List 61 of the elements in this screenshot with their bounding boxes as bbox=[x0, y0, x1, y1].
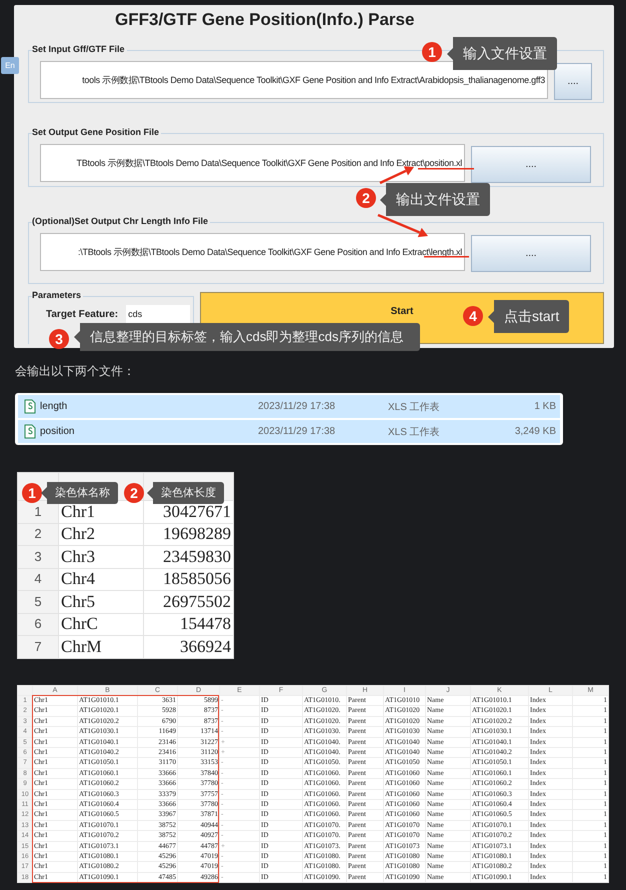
column-header[interactable] bbox=[144, 472, 234, 500]
table-cell: 154478 bbox=[144, 613, 234, 636]
row-number: 4 bbox=[18, 568, 58, 590]
table-cell: Chr4 bbox=[58, 568, 144, 590]
table-cell: 30427671 bbox=[144, 500, 234, 523]
file-size: 3,249 KB bbox=[514, 426, 556, 437]
file-name: length bbox=[40, 401, 68, 412]
table-cell: 366924 bbox=[144, 636, 234, 658]
spreadsheet-file-icon bbox=[24, 424, 36, 439]
callout-tooltip: 输出文件设置 bbox=[380, 183, 490, 216]
group-label: Parameters bbox=[32, 290, 84, 300]
path-field[interactable]: tools 示例数据\TBtools Demo Data\Sequence Toolkit\GXF Gene Position and Info Extract\Arabidopsis_thalianagenome.gff3 bbox=[40, 61, 548, 99]
arrow bbox=[378, 214, 428, 238]
browse-button[interactable]: .... bbox=[471, 235, 591, 272]
table-cell: Chr2 bbox=[58, 523, 144, 546]
group-label: Set Input Gff/GTF File bbox=[32, 44, 126, 54]
table-cell: 19698289 bbox=[144, 523, 234, 546]
corner-cell[interactable] bbox=[18, 685, 32, 696]
row-number: 2 bbox=[18, 523, 58, 546]
step-badge: 2 bbox=[356, 188, 376, 208]
callout-tooltip: 染色体长度 bbox=[147, 482, 224, 504]
step-badge: 1 bbox=[422, 42, 442, 62]
underline bbox=[418, 168, 474, 170]
row-number: 5 bbox=[18, 590, 58, 613]
path-field[interactable]: TBtools 示例数据\TBtools Demo Data\Sequence Toolkit\GXF Gene Position and Info Extract\position.xl bbox=[40, 144, 465, 182]
table-cell: 18585056 bbox=[144, 568, 234, 590]
step-badge: 3 bbox=[49, 329, 69, 349]
file-date: 2023/11/29 17:38 bbox=[258, 426, 336, 437]
group-label: (Optional)Set Output Chr Length Info File bbox=[32, 216, 210, 226]
browse-button[interactable]: .... bbox=[471, 146, 591, 183]
table-cell: Chr5 bbox=[58, 590, 144, 613]
file-row[interactable]: length 2023/11/29 17:38 XLS 工作表 1 KB bbox=[18, 395, 560, 418]
row-number: 7 bbox=[18, 636, 58, 658]
note-text: 会输出以下两个文件： bbox=[15, 363, 135, 379]
row-number: 1 bbox=[18, 500, 58, 523]
file-size: 1 KB bbox=[533, 401, 556, 412]
table-cell: 26975502 bbox=[144, 590, 234, 613]
field-label: Target Feature: bbox=[46, 308, 118, 320]
row-number: 3 bbox=[18, 546, 58, 568]
file-type: XLS 工作表 bbox=[388, 426, 441, 438]
callout-tooltip: 输入文件设置 bbox=[447, 37, 557, 70]
callout-tooltip: 染色体名称 bbox=[41, 482, 118, 504]
table-cell: 23459830 bbox=[144, 546, 234, 568]
row-number: 6 bbox=[18, 613, 58, 636]
underline bbox=[424, 256, 469, 258]
browse-button[interactable]: .... bbox=[554, 63, 592, 100]
table-cell: ChrM bbox=[58, 636, 144, 658]
file-date: 2023/11/29 17:38 bbox=[258, 401, 336, 412]
table-cell: ChrC bbox=[58, 613, 144, 636]
callout-tooltip: 点击start bbox=[488, 300, 570, 333]
spreadsheet-file-icon bbox=[24, 399, 36, 414]
group-label: Set Output Gene Position File bbox=[32, 127, 162, 137]
file-name: position bbox=[40, 426, 76, 437]
callout-tooltip: 信息整理的目标标签，输入cds即为整理cds序列的信息 bbox=[74, 323, 420, 351]
file-row[interactable]: position 2023/11/29 17:38 XLS 工作表 3,249 KB bbox=[18, 420, 560, 443]
path-field[interactable]: :\TBtools 示例数据\TBtools Demo Data\Sequence Toolkit\GXF Gene Position and Info Extract\length.xl bbox=[40, 233, 465, 271]
window-title: GFF3/GTF Gene Position(Info.) Parse bbox=[115, 10, 416, 31]
text-field[interactable]: cds bbox=[126, 305, 190, 323]
arrow bbox=[379, 166, 414, 184]
file-type: XLS 工作表 bbox=[388, 400, 441, 414]
table-cell: Chr3 bbox=[58, 546, 144, 568]
